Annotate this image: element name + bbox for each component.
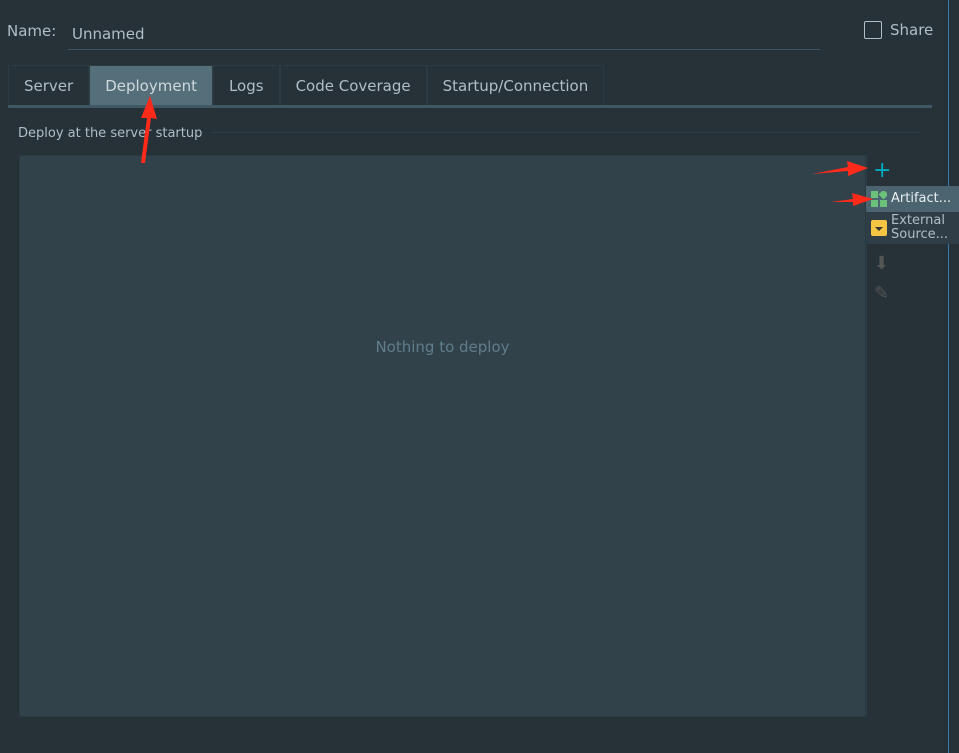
annotation-arrow: [831, 193, 873, 206]
annotation-arrow: [141, 96, 157, 163]
annotation-arrows: [141, 96, 873, 206]
annotation-arrow: [812, 161, 868, 176]
